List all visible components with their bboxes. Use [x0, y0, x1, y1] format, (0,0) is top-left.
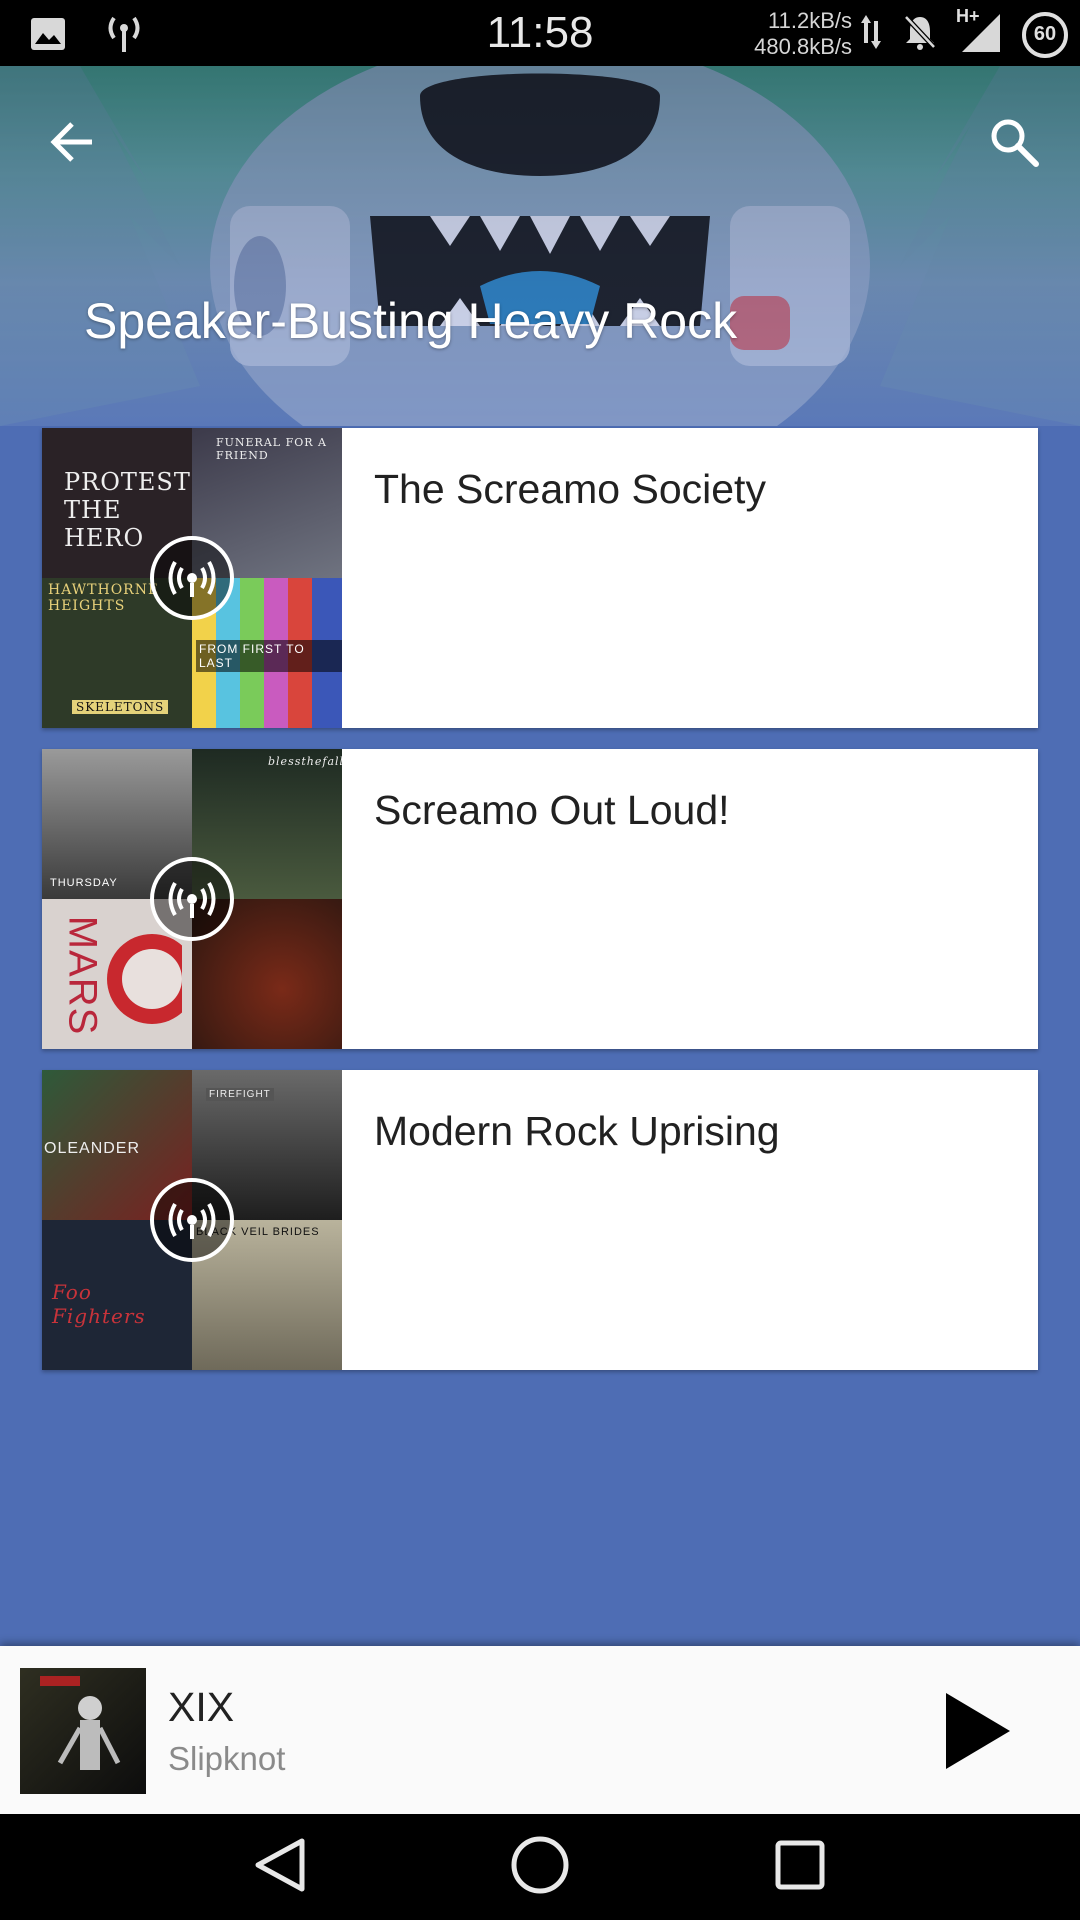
- radio-station-icon: [150, 536, 234, 620]
- status-bar: 11:58 11.2kB/s 480.8kB/s H+ 60: [0, 0, 1080, 66]
- station-card[interactable]: PROTEST THE HERO FUNERAL FOR A FRIEND HA…: [42, 428, 1038, 728]
- station-artwork: PROTEST THE HERO FUNERAL FOR A FRIEND HA…: [42, 428, 342, 728]
- nav-recents-button[interactable]: [765, 1832, 835, 1902]
- album-text: THURSDAY: [50, 877, 118, 889]
- station-artwork: OLEANDER FIREFIGHT Foo Fighters BLACK VE…: [42, 1070, 342, 1370]
- album-text: Foo Fighters: [52, 1280, 146, 1328]
- header-shade: [0, 66, 1080, 426]
- now-playing-album-art[interactable]: [20, 1668, 146, 1794]
- notifications-off-icon: [902, 13, 938, 56]
- album-text: SKELETONS: [72, 700, 169, 714]
- album-text: FUNERAL FOR A FRIEND: [216, 436, 327, 462]
- station-name: Screamo Out Loud!: [374, 787, 730, 833]
- speed-up: 11.2kB/s: [768, 8, 852, 33]
- station-name: Modern Rock Uprising: [374, 1108, 780, 1154]
- navigation-bar: [0, 1814, 1080, 1920]
- speed-down: 480.8kB/s: [754, 34, 852, 59]
- arrow-back-icon: [48, 120, 96, 169]
- album-text: FIREFIGHT: [206, 1088, 274, 1101]
- station-artwork: THURSDAY blessthefall MARS: [42, 749, 342, 1049]
- play-icon: [942, 1691, 1012, 1776]
- station-card[interactable]: THURSDAY blessthefall MARS Screamo Out L…: [42, 749, 1038, 1049]
- nav-back-button[interactable]: [245, 1832, 315, 1902]
- album-text: OLEANDER: [44, 1140, 141, 1157]
- network-speed: 11.2kB/s 480.8kB/s: [740, 8, 852, 60]
- header: Speaker-Busting Heavy Rock: [0, 66, 1080, 426]
- search-icon: [988, 116, 1040, 173]
- radio-station-icon: [150, 857, 234, 941]
- album-text: FROM FIRST TO LAST: [196, 640, 342, 672]
- back-triangle-icon: [252, 1837, 308, 1898]
- data-arrows-icon: [860, 13, 882, 56]
- radio-station-icon: [150, 1178, 234, 1262]
- station-name: The Screamo Society: [374, 466, 766, 512]
- signal-icon: H+: [956, 6, 1002, 59]
- nav-home-button[interactable]: [505, 1832, 575, 1902]
- battery-indicator: 60: [1022, 11, 1068, 58]
- recents-square-icon: [774, 1839, 826, 1896]
- station-card[interactable]: OLEANDER FIREFIGHT Foo Fighters BLACK VE…: [42, 1070, 1038, 1370]
- now-playing-artist: Slipknot: [168, 1740, 286, 1777]
- page-title: Speaker-Busting Heavy Rock: [84, 293, 738, 349]
- status-right-icons: H+ 60: [860, 6, 1068, 59]
- now-playing-title: XIX: [168, 1684, 235, 1730]
- search-button[interactable]: [978, 108, 1050, 180]
- network-type: H+: [956, 6, 980, 26]
- album-text: blessthefall: [268, 755, 342, 768]
- back-button[interactable]: [36, 108, 108, 180]
- now-playing-bar[interactable]: XIX Slipknot: [0, 1646, 1080, 1814]
- station-list: PROTEST THE HERO FUNERAL FOR A FRIEND HA…: [42, 428, 1038, 1391]
- play-button[interactable]: [932, 1688, 1022, 1778]
- home-circle-icon: [510, 1835, 570, 1900]
